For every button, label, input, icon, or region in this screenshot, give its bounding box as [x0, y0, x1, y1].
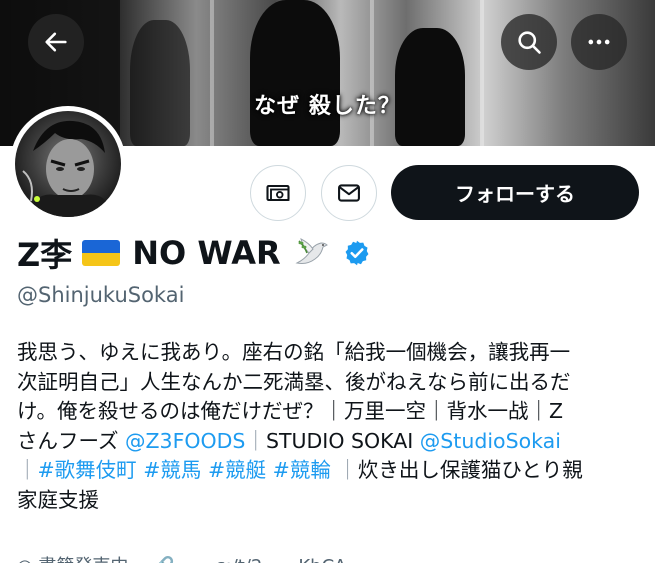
banner-figure: [130, 20, 190, 146]
bio-text: STUDIO SOKAI: [265, 428, 420, 453]
user-handle: @ShinjukuSokai: [17, 283, 185, 307]
avatar-face-illustration: [22, 120, 115, 217]
dove-icon: [295, 238, 328, 264]
bio-line: さんフーズ @Z3FOODS｜STUDIO SOKAI @StudioSokai: [17, 427, 642, 457]
bio-line: 我思う、ゆえに我あり。座右の銘「給我一個機会，讓我再一: [17, 340, 571, 364]
more-button[interactable]: [571, 14, 627, 70]
more-horizontal-icon: [588, 39, 610, 45]
back-button[interactable]: [28, 14, 84, 70]
banner-figure: [250, 0, 340, 146]
banner-frame-line: [210, 0, 214, 146]
follow-button[interactable]: フォローする: [391, 165, 639, 220]
banner-frame-line: [480, 0, 484, 146]
arrow-left-icon: [45, 32, 67, 52]
display-name: Z李 NO WAR: [17, 230, 371, 276]
mention-link-z3foods[interactable]: @Z3FOODS: [125, 429, 245, 453]
profile-meta-row: ◎ 書籍発売中 🔗 ……s:/t/2……KbCA: [17, 552, 346, 563]
hashtag-link-kyotei[interactable]: #競艇: [208, 458, 266, 482]
search-icon: [518, 31, 541, 54]
envelope-icon: [338, 184, 360, 202]
bio-separator: ｜: [337, 458, 358, 482]
mention-link-studiosokai[interactable]: @StudioSokai: [420, 429, 561, 453]
avatar[interactable]: [10, 106, 126, 222]
bio-text: 炊き出し保護猫ひとり親: [357, 458, 583, 482]
message-button[interactable]: [321, 165, 377, 221]
bio-line: 次証明自己」人生なんか二死満塁、後がねえなら前に出るだ: [17, 369, 571, 394]
verified-badge-icon[interactable]: [343, 239, 371, 267]
display-name-part2: NO WAR: [132, 234, 281, 272]
avatar-image: [15, 111, 121, 217]
bio-text: さんフーズ: [17, 428, 125, 453]
display-name-part1: Z李: [17, 236, 73, 274]
bio-separator: ｜: [245, 428, 266, 453]
search-button[interactable]: [501, 14, 557, 70]
money-icon: [266, 184, 290, 202]
banner-frame-line: [370, 0, 374, 146]
ukraine-flag-icon: [82, 240, 121, 266]
bio-separator: ｜: [17, 458, 38, 482]
banner-figure: [395, 28, 465, 146]
bio-line: け。俺を殺せるのは俺だけだぜ？｜万里一空｜背水一战｜Z: [17, 399, 564, 423]
profile-bio: 我思う、ゆえに我あり。座右の銘「給我一個機会，讓我再一 次証明自己」人生なんか二…: [17, 338, 642, 515]
hashtag-link-keiba[interactable]: #競馬: [143, 458, 201, 482]
hashtag-link-kabukicho[interactable]: #歌舞伎町: [38, 458, 137, 482]
hashtag-link-keirin[interactable]: #競輪: [273, 458, 331, 482]
tip-button[interactable]: [250, 165, 306, 221]
bio-line: ｜#歌舞伎町 #競馬 #競艇 #競輪 ｜炊き出し保護猫ひとり親: [17, 456, 642, 486]
bio-line: 家庭支援: [17, 487, 99, 512]
